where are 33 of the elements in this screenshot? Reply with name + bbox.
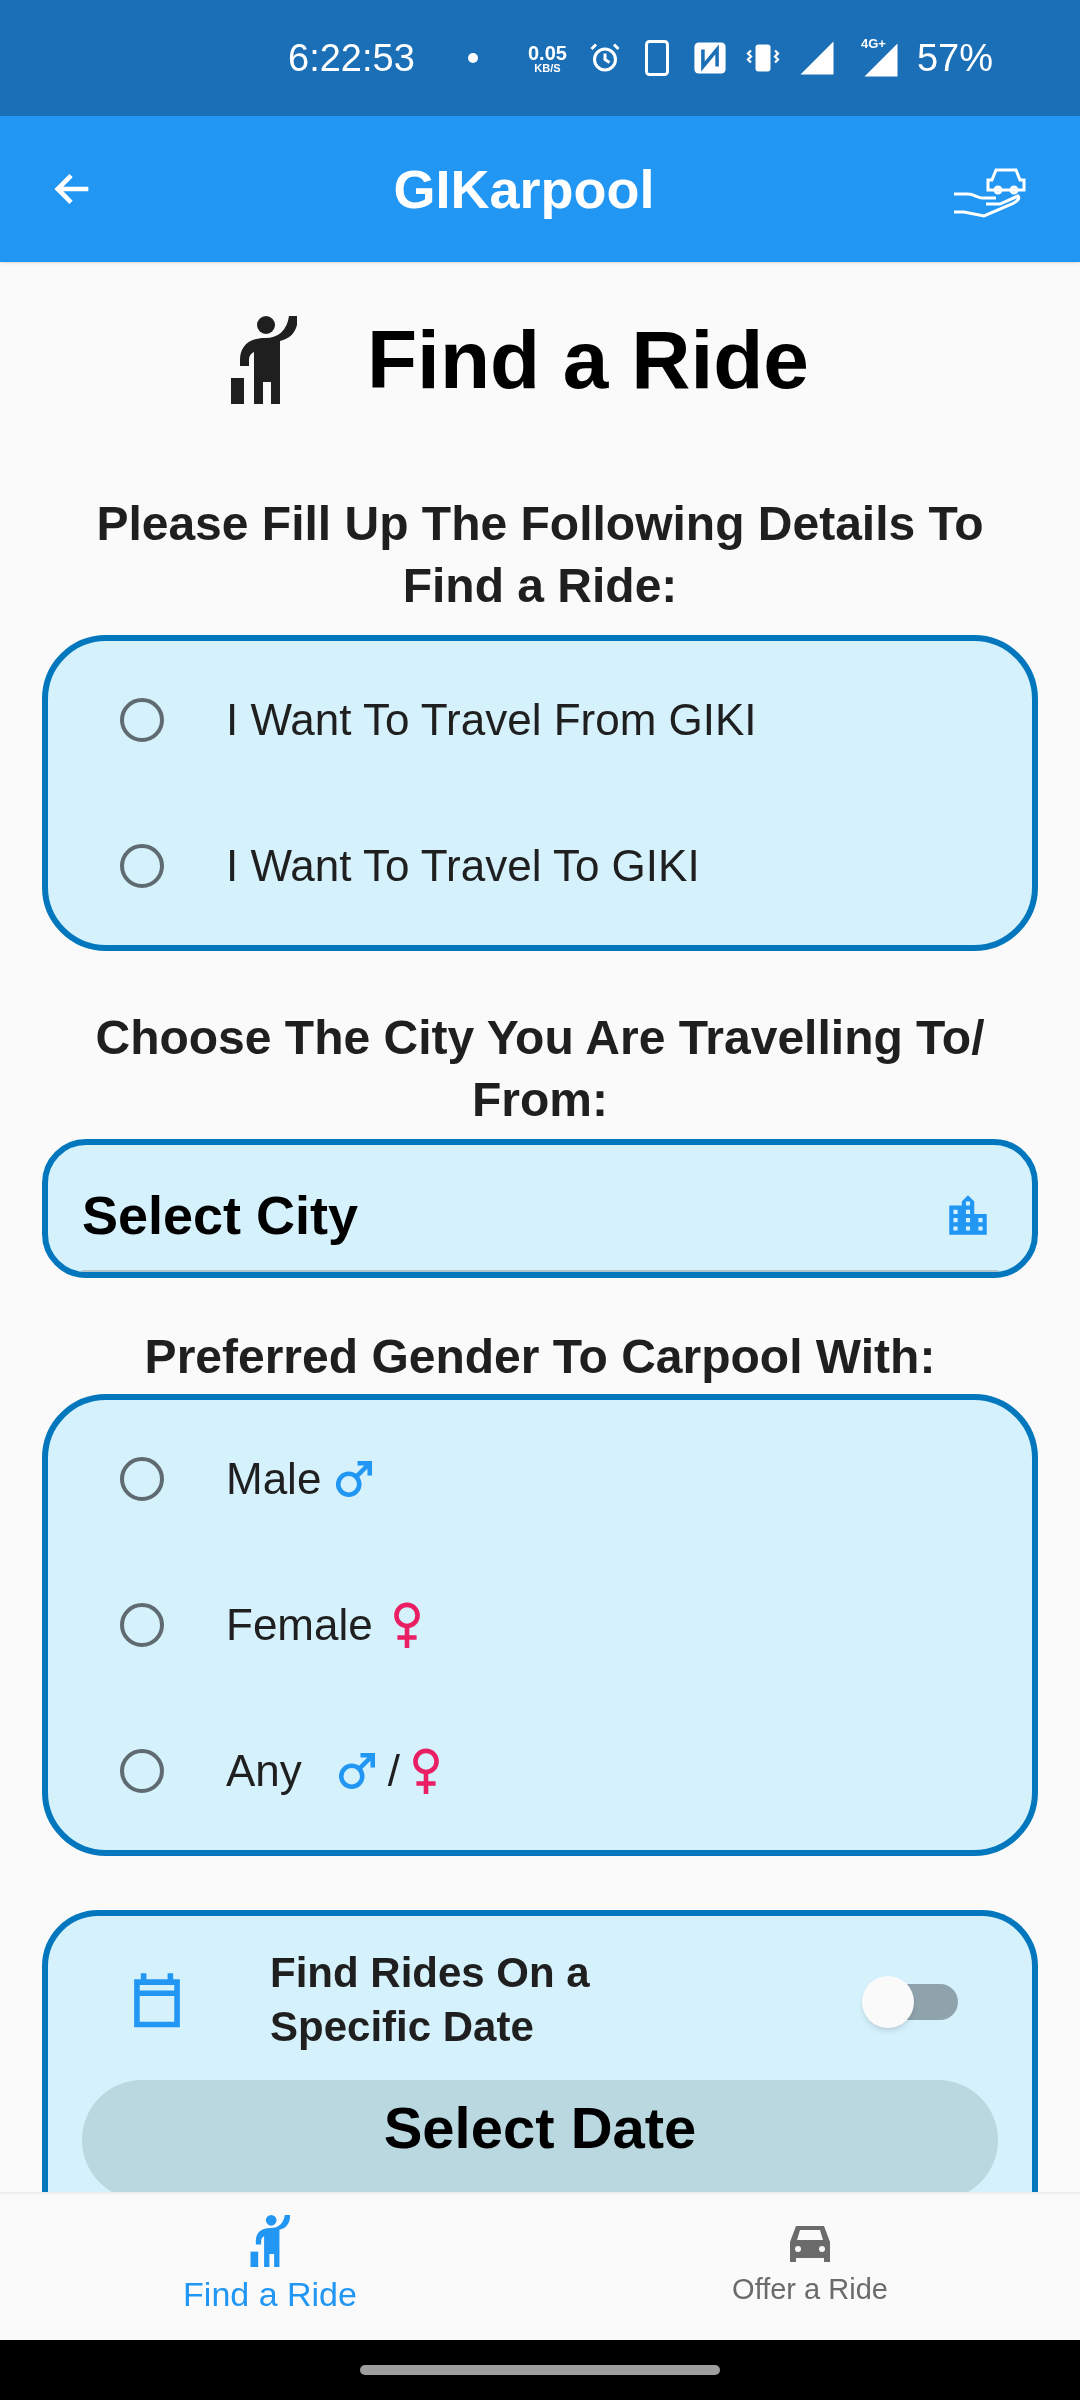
- radio-label[interactable]: I Want To Travel To GIKI: [226, 833, 700, 899]
- radio-button[interactable]: [118, 842, 166, 890]
- radio-label[interactable]: I Want To Travel From GIKI: [226, 687, 757, 753]
- city-dropdown[interactable]: Select City: [82, 1175, 998, 1272]
- radio-button[interactable]: [118, 1601, 166, 1649]
- radio-button[interactable]: [118, 1747, 166, 1795]
- network-type: 4G+: [860, 35, 886, 53]
- bottom-nav-tab[interactable]: Offer a Ride: [540, 2194, 1080, 2340]
- radio-label[interactable]: Female: [226, 1592, 373, 1658]
- person-waving-icon: [231, 315, 298, 404]
- radio-button[interactable]: [118, 1455, 166, 1503]
- select-date-button[interactable]: Select Date: [82, 2080, 998, 2192]
- clock-time: 6:22:53: [288, 35, 416, 81]
- app-title: GIKarpool: [393, 157, 655, 221]
- person-waving-icon: [250, 2214, 290, 2267]
- section-heading: Please Fill Up The Following Details To Find a Ride:: [95, 496, 985, 614]
- radio-button[interactable]: [118, 696, 166, 744]
- data-speed: 0.05: [528, 42, 567, 63]
- notification-dot-icon: [468, 53, 478, 63]
- section-heading: Preferred Gender To Carpool With:: [143, 1329, 937, 1385]
- radio-label[interactable]: Male: [226, 1446, 322, 1512]
- section-heading: Choose The City You Are Travelling To/ From:: [94, 1010, 986, 1128]
- home-handle[interactable]: [360, 2365, 720, 2375]
- battery-level: 57%: [916, 35, 993, 81]
- dropdown-placeholder: Select City: [82, 1184, 359, 1247]
- phone-icon: [644, 40, 669, 76]
- radio-label[interactable]: Any: [226, 1738, 302, 1804]
- signal-icon: [798, 40, 835, 76]
- separator-slash: /: [387, 1745, 401, 1797]
- page-title: Find a Ride: [367, 313, 809, 407]
- data-speed-unit: KB/S: [534, 62, 561, 74]
- nfc-icon: [692, 41, 727, 75]
- date-toggle-label: Find Rides On a Specific Date: [270, 1948, 591, 2052]
